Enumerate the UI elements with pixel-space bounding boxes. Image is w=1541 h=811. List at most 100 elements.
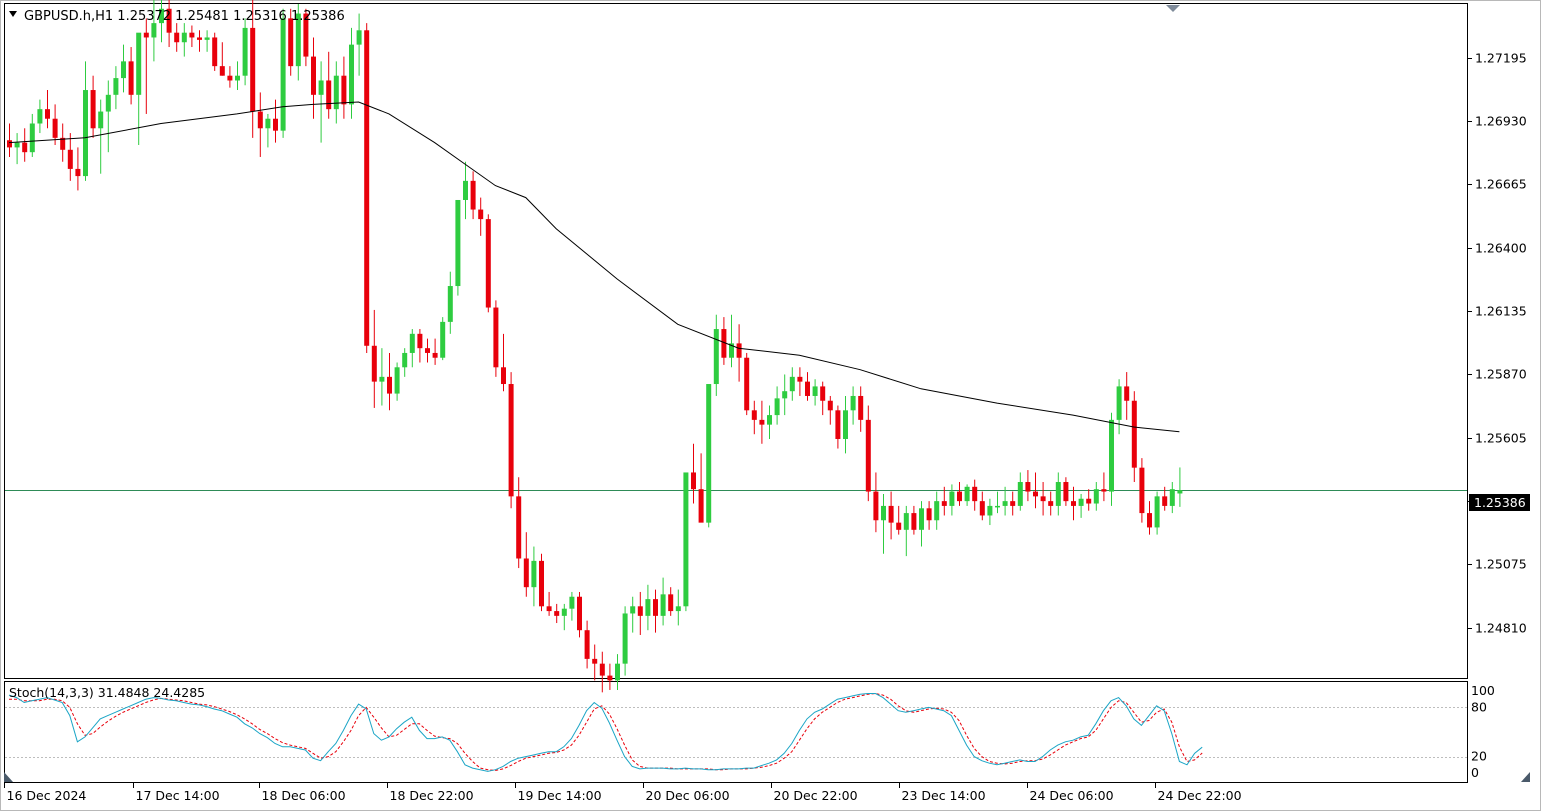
candle-body xyxy=(1071,501,1076,506)
candle xyxy=(212,32,218,71)
candle-body xyxy=(934,501,940,521)
candle-body xyxy=(941,501,947,506)
candle-body xyxy=(105,94,111,112)
candle-body xyxy=(356,30,362,45)
candle xyxy=(865,405,871,502)
candle-body xyxy=(858,395,864,420)
candle-body xyxy=(615,663,620,681)
candle xyxy=(683,472,689,612)
candle-body xyxy=(713,329,719,385)
candle-body xyxy=(1093,489,1099,504)
candle-body xyxy=(75,168,81,177)
candle-body xyxy=(463,180,468,200)
candle-body xyxy=(90,90,96,129)
price-tick-label: 1.25075 xyxy=(1475,557,1527,572)
candle-body xyxy=(333,75,339,110)
candle-body xyxy=(805,381,810,396)
candle-body xyxy=(1162,496,1168,506)
candle-body xyxy=(1139,467,1145,514)
price-tick-label: 1.25605 xyxy=(1475,431,1527,446)
trading-chart[interactable]: 1.27195 1.26930 1.26665 1.26400 1.26135 1.258… xyxy=(0,0,1541,811)
price-tick-label: 1.26930 xyxy=(1475,114,1527,129)
candle-body xyxy=(121,61,126,79)
candle-body xyxy=(379,376,385,382)
candle-body xyxy=(1025,482,1031,492)
candle-body xyxy=(432,352,438,358)
candle-body xyxy=(311,56,316,95)
candle-body xyxy=(751,410,757,420)
candle-body xyxy=(995,505,1000,508)
candle-body xyxy=(812,386,818,396)
candle-body xyxy=(493,307,499,368)
candle-body xyxy=(698,489,704,523)
candle-body xyxy=(7,140,12,148)
candle xyxy=(539,553,544,612)
stoch-tick-label: 0 xyxy=(1471,765,1479,780)
candle-body xyxy=(1033,491,1038,497)
candle-body xyxy=(265,118,271,129)
candle-body xyxy=(128,61,134,95)
candle-body xyxy=(250,27,256,112)
candle xyxy=(364,23,370,353)
candle-body xyxy=(1017,482,1023,506)
candle-body xyxy=(67,149,73,169)
candle-body xyxy=(242,27,248,76)
time-tick-label: 20 Dec 22:00 xyxy=(774,788,858,803)
candle-body xyxy=(417,333,423,349)
candle-body xyxy=(683,472,689,607)
time-tick-label: 24 Dec 06:00 xyxy=(1030,788,1114,803)
candle-body xyxy=(1055,482,1061,506)
candle-body xyxy=(903,513,909,530)
candle-body xyxy=(736,343,742,358)
candle-body xyxy=(151,23,157,38)
stoch-header: Stoch(14,3,3) 31.4848 24.4285 xyxy=(9,685,205,700)
candle-body xyxy=(911,513,917,530)
price-tick-label: 1.26400 xyxy=(1475,241,1527,256)
candle-body xyxy=(577,596,582,631)
candle-body xyxy=(440,321,446,358)
candle-body xyxy=(83,90,88,177)
candle-body xyxy=(888,505,894,523)
chart-outer-frame xyxy=(0,0,1541,811)
candle-body xyxy=(523,558,529,588)
candle-body xyxy=(1154,496,1160,528)
candle-body xyxy=(972,486,978,502)
time-tick-label: 17 Dec 14:00 xyxy=(136,788,220,803)
candle-body xyxy=(204,37,210,40)
candle-body xyxy=(843,410,848,439)
candle-body xyxy=(592,658,598,664)
candle-body xyxy=(1048,501,1054,506)
candle-body xyxy=(607,675,613,681)
candle-body xyxy=(485,219,491,308)
candle-body xyxy=(1086,498,1092,504)
candle-body xyxy=(409,333,415,353)
price-tick-label: 1.24810 xyxy=(1475,621,1527,636)
candle-body xyxy=(1078,498,1084,506)
candle-body xyxy=(531,560,537,588)
candle-body xyxy=(318,80,324,95)
candle-body xyxy=(98,111,104,129)
candle-body xyxy=(1010,501,1016,506)
candle-body xyxy=(288,18,294,67)
candle xyxy=(744,352,750,416)
candle-body xyxy=(599,663,605,676)
candle-body xyxy=(29,123,35,153)
candle xyxy=(455,199,461,296)
candle-body xyxy=(820,386,826,401)
candle-body xyxy=(341,75,347,105)
candle-body xyxy=(1124,386,1130,401)
candle-body xyxy=(949,491,955,506)
candle xyxy=(440,317,446,361)
candle-body xyxy=(143,32,149,38)
candle-body xyxy=(637,606,643,616)
price-tick-label: 1.26665 xyxy=(1475,177,1527,192)
candle-body xyxy=(394,367,400,394)
candle-body xyxy=(1147,513,1152,528)
candle-body xyxy=(516,496,522,559)
candle-body xyxy=(136,32,142,95)
stoch-tick-label: 100 xyxy=(1471,683,1495,698)
candle-body xyxy=(189,32,195,38)
candle-body xyxy=(349,44,354,105)
candle-body xyxy=(364,30,370,346)
candle-body xyxy=(387,376,392,394)
